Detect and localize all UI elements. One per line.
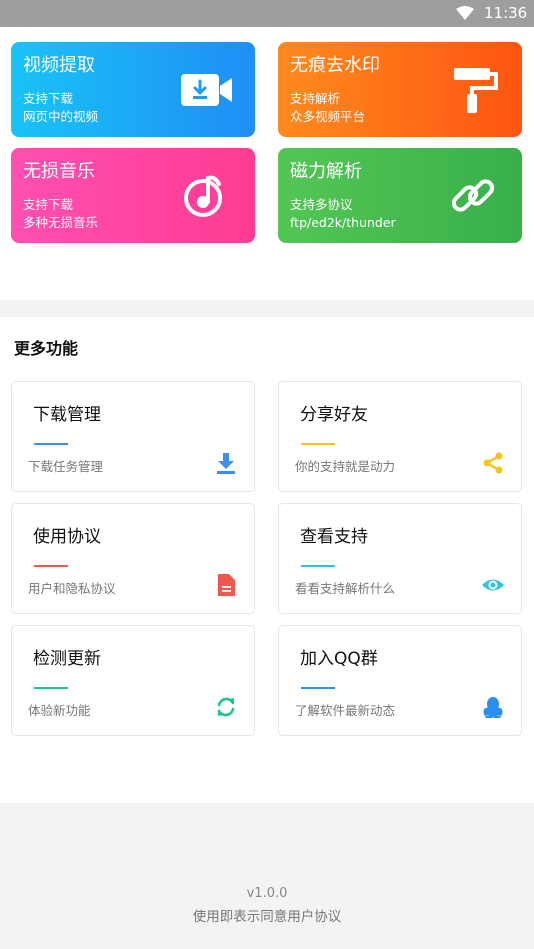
feature-section: 视频提取 支持下载 网页中的视频 无痕去水印 支持解析 众多视频平台 无损音乐 … xyxy=(0,27,534,300)
feature-card-video-extract[interactable]: 视频提取 支持下载 网页中的视频 xyxy=(11,42,255,137)
card-title: 使用协议 xyxy=(33,527,101,547)
paint-roller-icon xyxy=(454,68,498,113)
feature-subtitle: 网页中的视频 xyxy=(23,109,99,124)
join-qq-group-card[interactable]: 加入QQ群 了解软件最新动态 xyxy=(278,625,522,736)
status-time: 11:36 xyxy=(484,4,528,22)
user-agreement-card[interactable]: 使用协议 用户和隐私协议 xyxy=(11,503,255,614)
feature-subtitle: 多种无损音乐 xyxy=(23,215,99,230)
feature-subtitle: 支持多协议 xyxy=(290,197,353,212)
feature-subtitle: ftp/ed2k/thunder xyxy=(290,215,396,230)
card-title: 检测更新 xyxy=(33,649,101,669)
card-title: 分享好友 xyxy=(300,405,368,425)
video-download-icon xyxy=(181,74,232,106)
feature-subtitle: 支持解析 xyxy=(290,91,341,106)
card-accent-line xyxy=(34,565,68,567)
app-version: v1.0.0 xyxy=(246,886,288,901)
feature-title: 无痕去水印 xyxy=(290,55,380,76)
card-title: 查看支持 xyxy=(300,527,368,547)
card-accent-line xyxy=(301,443,335,445)
music-note-icon xyxy=(184,175,222,217)
feature-title: 磁力解析 xyxy=(290,161,362,182)
view-support-card[interactable]: 查看支持 看看支持解析什么 xyxy=(278,503,522,614)
link-icon xyxy=(451,179,495,212)
card-subtitle: 体验新功能 xyxy=(28,703,91,718)
feature-card-lossless-music[interactable]: 无损音乐 支持下载 多种无损音乐 xyxy=(11,148,255,243)
feature-subtitle: 支持下载 xyxy=(23,197,74,212)
section-title: 更多功能 xyxy=(14,339,79,358)
feature-card-magnet-parse[interactable]: 磁力解析 支持多协议 ftp/ed2k/thunder xyxy=(278,148,522,243)
card-accent-line xyxy=(301,687,335,689)
status-bar: 11:36 xyxy=(0,0,534,27)
feature-title: 无损音乐 xyxy=(23,161,95,182)
card-subtitle: 看看支持解析什么 xyxy=(295,581,396,596)
card-subtitle: 下载任务管理 xyxy=(28,459,104,474)
share-friends-card[interactable]: 分享好友 你的支持就是动力 xyxy=(278,381,522,492)
qq-penguin-icon xyxy=(483,697,503,718)
share-icon xyxy=(483,452,503,474)
footer: v1.0.0 使用即表示同意用户协议 xyxy=(0,803,534,949)
feature-title: 视频提取 xyxy=(23,55,95,76)
more-functions-section: 更多功能 下载管理 下载任务管理 分享好友 你的支持就是动力 使用协议 用户和隐… xyxy=(0,317,534,803)
user-agreement-link[interactable]: 使用即表示同意用户协议 xyxy=(0,908,534,926)
card-accent-line xyxy=(301,565,335,567)
eye-icon xyxy=(482,579,504,591)
card-subtitle: 用户和隐私协议 xyxy=(28,581,116,596)
card-subtitle: 了解软件最新动态 xyxy=(295,703,396,718)
refresh-icon xyxy=(217,697,235,717)
feature-subtitle: 支持下载 xyxy=(23,91,74,106)
card-title: 下载管理 xyxy=(33,405,101,425)
download-manager-card[interactable]: 下载管理 下载任务管理 xyxy=(11,381,255,492)
wifi-icon xyxy=(456,6,474,20)
feature-card-remove-watermark[interactable]: 无痕去水印 支持解析 众多视频平台 xyxy=(278,42,522,137)
card-accent-line xyxy=(34,443,68,445)
check-update-card[interactable]: 检测更新 体验新功能 xyxy=(11,625,255,736)
card-accent-line xyxy=(34,687,68,689)
card-title: 加入QQ群 xyxy=(300,649,378,669)
document-icon xyxy=(218,574,235,596)
download-icon xyxy=(217,453,235,474)
feature-subtitle: 众多视频平台 xyxy=(290,109,366,124)
card-subtitle: 你的支持就是动力 xyxy=(295,459,396,474)
